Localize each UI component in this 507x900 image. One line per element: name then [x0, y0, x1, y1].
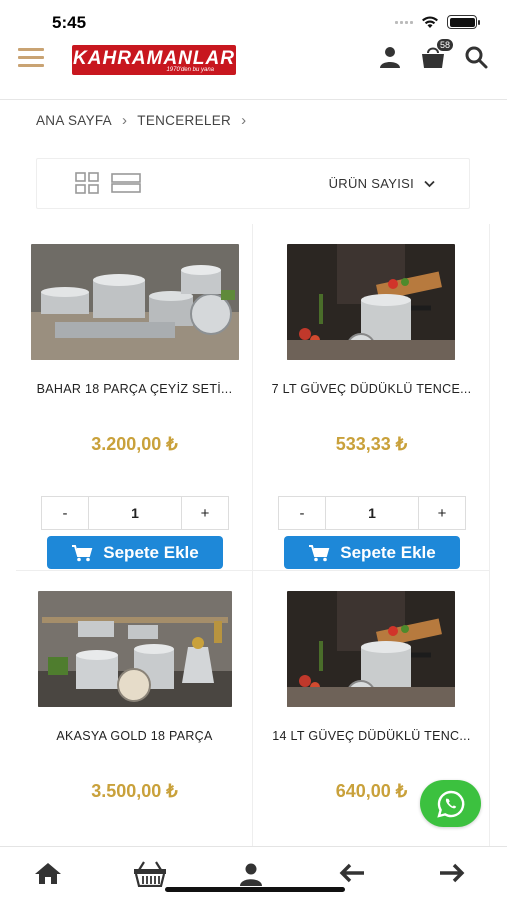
arrow-left-icon[interactable]: [338, 861, 368, 887]
quantity-stepper: - 1 +: [278, 496, 466, 530]
product-count-select[interactable]: ÜRÜN SAYISI: [329, 176, 435, 191]
user-icon[interactable]: [238, 861, 268, 887]
home-icon[interactable]: [34, 861, 64, 887]
grid-view-icon[interactable]: [75, 172, 99, 194]
product-count-label: ÜRÜN SAYISI: [328, 176, 414, 191]
product-name[interactable]: 7 LT GÜVEÇ DÜDÜKLÜ TENCE...: [257, 382, 486, 396]
status-bar: 5:45: [0, 0, 507, 40]
brand-logo[interactable]: KAHRAMANLAR 1970'den bu yana: [72, 45, 236, 75]
cart-icon: [72, 544, 93, 561]
product-image[interactable]: [38, 591, 232, 707]
product-card[interactable]: BAHAR 18 PARÇA ÇEYİZ SETİ... 3.200,00 ₺ …: [16, 224, 253, 571]
search-icon[interactable]: [463, 44, 489, 70]
chevron-right-icon: ›: [241, 112, 247, 129]
breadcrumb-category-link[interactable]: TENCERELER: [137, 113, 231, 128]
arrow-right-icon[interactable]: [438, 861, 468, 887]
quantity-stepper: - 1 +: [41, 496, 229, 530]
user-icon[interactable]: [377, 44, 403, 70]
product-price: 3.200,00 ₺: [91, 434, 178, 454]
add-to-cart-button[interactable]: Sepete Ekle: [47, 536, 223, 569]
app-header: KAHRAMANLAR 1970'den bu yana 58: [0, 38, 507, 100]
listing-toolbar: ÜRÜN SAYISI: [36, 158, 470, 209]
signal-icon: [395, 20, 413, 24]
cart-count-badge: 58: [435, 38, 454, 52]
product-price: 3.500,00 ₺: [91, 781, 178, 801]
shopping-bag-icon[interactable]: 58: [420, 38, 454, 70]
product-price: 533,33 ₺: [335, 434, 408, 454]
status-icons: [395, 15, 480, 29]
list-view-icon[interactable]: [111, 173, 141, 193]
quantity-increase-button[interactable]: +: [418, 496, 466, 530]
product-card[interactable]: 7 LT GÜVEÇ DÜDÜKLÜ TENCE... 533,33 ₺ - 1…: [253, 224, 490, 571]
product-name[interactable]: 14 LT GÜVEÇ DÜDÜKLÜ TENC...: [257, 729, 486, 743]
status-time: 5:45: [52, 13, 87, 32]
chevron-right-icon: ›: [121, 112, 128, 129]
wifi-icon: [422, 16, 438, 28]
chevron-down-icon: [424, 180, 435, 187]
quantity-increase-button[interactable]: +: [181, 496, 229, 530]
quantity-decrease-button[interactable]: -: [278, 496, 326, 530]
breadcrumb: ANA SAYFA › TENCERELER ›: [36, 112, 246, 129]
product-image[interactable]: [31, 244, 239, 360]
add-to-cart-label: Sepete Ekle: [103, 542, 199, 562]
whatsapp-icon: [436, 790, 464, 818]
product-image[interactable]: [287, 591, 455, 707]
quantity-input[interactable]: 1: [89, 496, 181, 530]
quantity-input[interactable]: 1: [326, 496, 418, 530]
whatsapp-button[interactable]: [420, 780, 481, 827]
product-name[interactable]: AKASYA GOLD 18 PARÇA: [20, 729, 249, 743]
battery-icon: [447, 15, 480, 29]
basket-icon[interactable]: [133, 861, 167, 888]
add-to-cart-label: Sepete Ekle: [340, 542, 436, 562]
quantity-decrease-button[interactable]: -: [41, 496, 89, 530]
brand-tagline: 1970'den bu yana: [166, 67, 214, 73]
breadcrumb-home-link[interactable]: ANA SAYFA: [36, 113, 112, 128]
add-to-cart-button[interactable]: Sepete Ekle: [284, 536, 460, 569]
product-image[interactable]: [287, 244, 455, 360]
cart-icon: [309, 544, 330, 561]
product-name[interactable]: BAHAR 18 PARÇA ÇEYİZ SETİ...: [20, 382, 249, 396]
header-actions: 58: [377, 38, 489, 70]
menu-icon[interactable]: [18, 48, 44, 68]
home-indicator: [165, 887, 345, 892]
